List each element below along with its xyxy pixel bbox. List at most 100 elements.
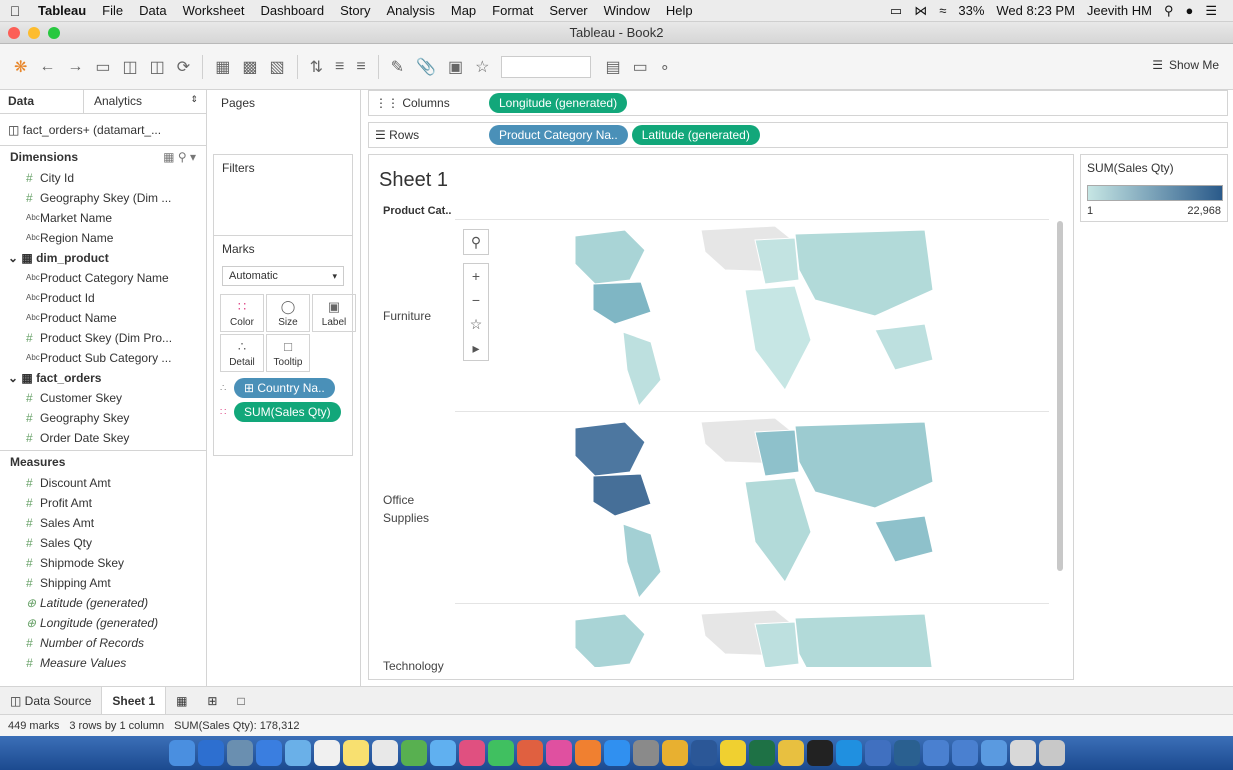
fix-axes-icon[interactable]: ☆ <box>475 57 489 77</box>
filters-card[interactable]: Filters <box>213 154 353 236</box>
menu-data[interactable]: Data <box>131 3 174 18</box>
folder-icon[interactable] <box>980 740 1007 766</box>
datasource-options-icon[interactable]: ◫ <box>150 57 165 77</box>
measure-field[interactable]: ⊕ Latitude (generated) <box>0 593 206 613</box>
new-story-tab-icon[interactable]: □ <box>227 694 254 708</box>
tab-analytics[interactable]: Analytics ⇕ <box>84 90 206 113</box>
app-icon-blue[interactable] <box>835 740 862 766</box>
menu-dashboard[interactable]: Dashboard <box>253 3 333 18</box>
new-dashboard-tab-icon[interactable]: ⊞ <box>197 694 227 708</box>
itunes-icon[interactable] <box>545 740 572 766</box>
columns-shelf[interactable]: ⋮⋮ Columns Longitude (generated) <box>368 90 1228 116</box>
measure-field[interactable]: ⊕ Longitude (generated) <box>0 613 206 633</box>
maximize-window-button[interactable] <box>48 27 60 39</box>
map-pane-technology[interactable] <box>455 603 1049 667</box>
database-icon[interactable] <box>777 740 804 766</box>
measure-field[interactable]: # Number of Records <box>0 633 206 653</box>
save-icon[interactable]: ▭ <box>95 57 110 77</box>
longitude-pill[interactable]: Longitude (generated) <box>489 93 628 113</box>
world-map-technology[interactable] <box>455 604 1049 667</box>
world-map-furniture[interactable] <box>455 220 1049 411</box>
product-field[interactable]: Abc Product Sub Category ... <box>0 348 206 368</box>
product-field[interactable]: Abc Product Name <box>0 308 206 328</box>
facetime-icon[interactable] <box>487 740 514 766</box>
system-preferences-icon[interactable] <box>632 740 659 766</box>
apple-icon[interactable]:  <box>0 3 30 19</box>
duplicate-sheet-icon[interactable]: ▩ <box>242 57 257 77</box>
highlight-icon[interactable]: ✎ <box>391 57 404 77</box>
forward-arrow-icon[interactable]: → <box>67 58 83 76</box>
finder-icon[interactable] <box>168 740 195 766</box>
country-pill[interactable]: ⊞ Country Na.. <box>234 378 335 398</box>
menu-analysis[interactable]: Analysis <box>378 3 442 18</box>
menu-worksheet[interactable]: Worksheet <box>175 3 253 18</box>
presentation-mode-icon[interactable]: ▭ <box>633 57 648 77</box>
notification-center-icon[interactable]: ☰ <box>1199 3 1223 19</box>
reminders-icon[interactable] <box>371 740 398 766</box>
back-arrow-icon[interactable]: ← <box>39 58 55 76</box>
dimension-field[interactable]: Abc Region Name <box>0 228 206 248</box>
group-members-icon[interactable]: 📎 <box>416 57 436 77</box>
chrome-icon[interactable] <box>661 740 688 766</box>
mark-type-dropdown[interactable]: Automatic ▾ <box>222 266 344 286</box>
dimension-field[interactable]: # Geography Skey (Dim ... <box>0 188 206 208</box>
menu-story[interactable]: Story <box>332 3 378 18</box>
pin-map-button[interactable]: ☆ <box>464 312 488 336</box>
messages-icon[interactable] <box>429 740 456 766</box>
dimension-field[interactable]: Abc Market Name <box>0 208 206 228</box>
rows-shelf[interactable]: ☰ Rows Product Category Na.. Latitude (g… <box>368 122 1228 148</box>
clear-sheet-icon[interactable]: ▧ <box>269 57 284 77</box>
user-name[interactable]: Jeevith HM <box>1081 3 1158 18</box>
label-button[interactable]: ▣ Label <box>312 294 356 332</box>
dimensions-tools-icon[interactable]: ▦ ⚲ ▾ <box>163 150 196 164</box>
refresh-icon[interactable]: ⟳ <box>177 57 190 77</box>
color-legend[interactable]: SUM(Sales Qty) 1 22,968 <box>1080 154 1228 222</box>
launchpad-icon[interactable] <box>226 740 253 766</box>
mail-icon[interactable] <box>284 740 311 766</box>
size-button[interactable]: ◯ Size <box>266 294 310 332</box>
ibooks-icon[interactable] <box>574 740 601 766</box>
product-field[interactable]: Abc Product Id <box>0 288 206 308</box>
word-icon[interactable] <box>690 740 717 766</box>
tableau-logo-icon[interactable]: ❋ <box>14 57 27 77</box>
map-search-button[interactable]: ⚲ <box>463 229 489 255</box>
product-field[interactable]: Abc Product Category Name <box>0 268 206 288</box>
share-icon[interactable]: ∘ <box>660 57 670 77</box>
dimension-field[interactable]: # City Id <box>0 168 206 188</box>
menu-server[interactable]: Server <box>541 3 595 18</box>
calendar-icon[interactable] <box>313 740 340 766</box>
folder-fact-orders[interactable]: ⌄ ▦ fact_orders <box>0 368 206 388</box>
measure-field[interactable]: # Shipmode Skey <box>0 553 206 573</box>
order-field[interactable]: # Customer Skey <box>0 388 206 408</box>
show-cards-icon[interactable]: ▤ <box>605 57 620 77</box>
data-source-tab[interactable]: ◫ Data Source <box>0 694 101 708</box>
measure-field[interactable]: # Sales Amt <box>0 513 206 533</box>
terminal-icon[interactable] <box>806 740 833 766</box>
keynote-icon[interactable] <box>516 740 543 766</box>
trash-icon[interactable] <box>1038 740 1065 766</box>
battery-percent[interactable]: 33% <box>952 3 990 18</box>
pages-card[interactable]: Pages <box>213 90 353 146</box>
show-mark-labels-icon[interactable]: ▣ <box>448 57 463 77</box>
vertical-scrollbar[interactable] <box>1057 221 1063 571</box>
product-field[interactable]: # Product Skey (Dim Pro... <box>0 328 206 348</box>
map-pane-office-supplies[interactable] <box>455 411 1049 603</box>
detail-button[interactable]: ∴ Detail <box>220 334 264 372</box>
preview-icon[interactable] <box>1009 740 1036 766</box>
menu-help[interactable]: Help <box>658 3 701 18</box>
new-worksheet-icon[interactable]: ▦ <box>215 57 230 77</box>
folder-dim-product[interactable]: ⌄ ▦ dim_product <box>0 248 206 268</box>
app-icon-yellow[interactable] <box>719 740 746 766</box>
menu-window[interactable]: Window <box>596 3 658 18</box>
measure-field[interactable]: # Measure Values <box>0 653 206 673</box>
menu-map[interactable]: Map <box>443 3 484 18</box>
color-button[interactable]: ∷ Color <box>220 294 264 332</box>
map-tools-button[interactable]: ▸ <box>464 336 488 360</box>
maps-icon[interactable] <box>400 740 427 766</box>
close-window-button[interactable] <box>8 27 20 39</box>
tableau-dock-icon[interactable] <box>922 740 949 766</box>
world-map-office-supplies[interactable] <box>455 412 1049 603</box>
wifi-icon[interactable]: ≈ <box>933 3 952 18</box>
order-field[interactable]: # Order Date Skey <box>0 428 206 448</box>
app-icon-mail[interactable] <box>864 740 891 766</box>
